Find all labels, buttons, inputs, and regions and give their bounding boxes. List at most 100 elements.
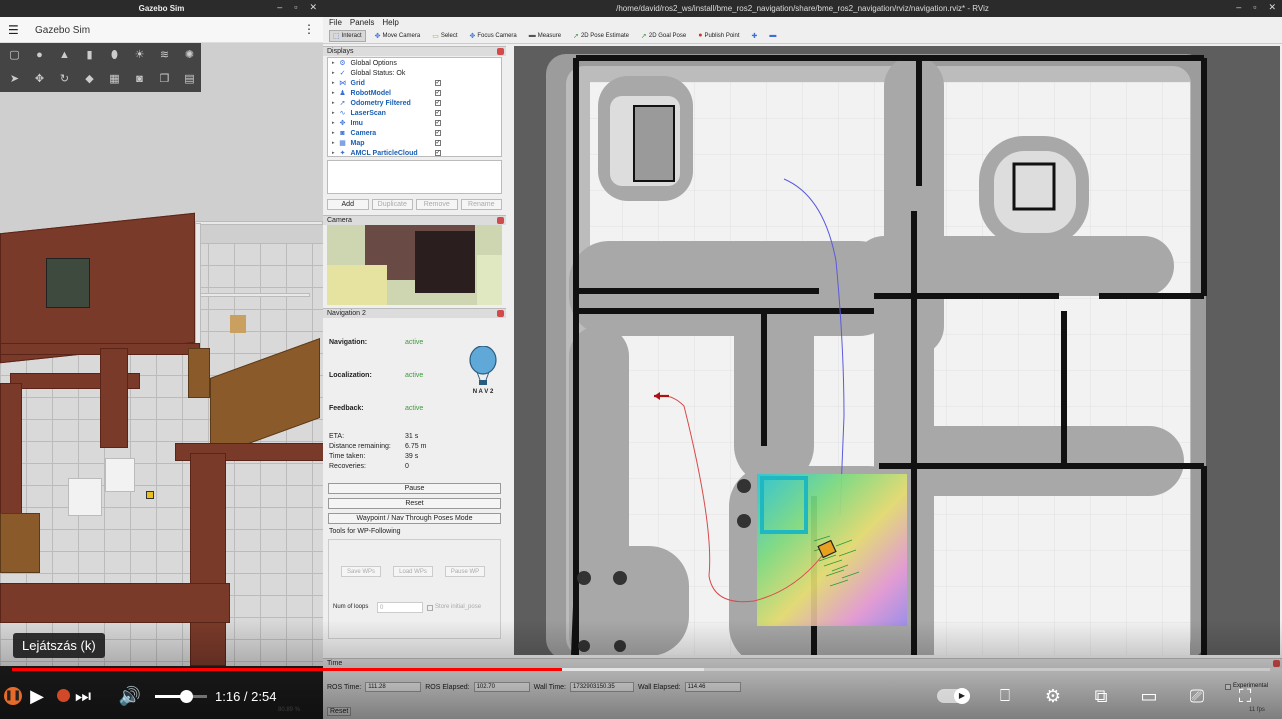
rename-display-button[interactable]: Rename xyxy=(460,199,502,210)
display-row[interactable]: ▸ ∿ LaserScan ✓ xyxy=(328,108,501,118)
progress-bar[interactable] xyxy=(12,668,1270,671)
spot-light-icon[interactable]: ✺ xyxy=(177,43,202,67)
expand-arrow-icon[interactable]: ▸ xyxy=(332,100,335,106)
expand-arrow-icon[interactable]: ▸ xyxy=(332,120,335,126)
maximize-icon[interactable]: ▫ xyxy=(294,2,297,13)
duplicate-display-button[interactable]: Duplicate xyxy=(371,199,413,210)
measure-icon: ▬ xyxy=(528,32,536,39)
subtitles-icon[interactable]: ⎕ xyxy=(990,684,1020,708)
display-enabled-checkbox[interactable]: ✓ xyxy=(434,130,441,136)
cast-icon[interactable]: ⎚ xyxy=(1182,684,1212,708)
pause-button[interactable]: Pause xyxy=(328,483,501,494)
close-panel-icon[interactable] xyxy=(1273,660,1280,667)
display-row[interactable]: ▸ ◙ Camera ✓ xyxy=(328,128,501,138)
tool-2d-pose-estimate[interactable]: ➚ 2D Pose Estimate xyxy=(570,31,632,41)
settings-gear-icon[interactable]: ⚙ xyxy=(1040,684,1066,708)
play-button[interactable]: ▶ xyxy=(24,684,50,708)
displays-tree[interactable]: ▸ ⚙ Global Options ▸ ✓ Global Status: Ok ▸ ⋈ Gri… xyxy=(327,57,502,157)
close-icon[interactable]: ✕ xyxy=(1268,2,1276,13)
next-button[interactable]: ⏭ xyxy=(72,684,94,708)
box-icon[interactable]: ▢ xyxy=(2,43,27,67)
display-row[interactable]: ▸ ▦ Map ✓ xyxy=(328,138,501,148)
tool-publish-point[interactable]: ● Publish Point xyxy=(695,31,742,40)
fullscreen-icon[interactable]: ⛶ xyxy=(1232,684,1258,708)
autoplay-toggle[interactable]: ▶ xyxy=(937,688,970,704)
display-row[interactable]: ▸ ✓ Global Status: Ok xyxy=(328,68,501,78)
expand-arrow-icon[interactable]: ▸ xyxy=(332,130,335,136)
waypoint-mode-button[interactable]: Waypoint / Nav Through Poses Mode xyxy=(328,513,501,524)
close-panel-icon[interactable] xyxy=(497,217,504,224)
theater-mode-icon[interactable]: ▭ xyxy=(1134,684,1164,708)
display-row[interactable]: ▸ ♟ RobotModel ✓ xyxy=(328,88,501,98)
save-wps-button[interactable]: Save WPs xyxy=(341,566,381,577)
tool-measure[interactable]: ▬ Measure xyxy=(526,31,564,40)
cone-icon[interactable]: ▲ xyxy=(52,43,77,67)
translate-icon[interactable]: ✥ xyxy=(27,67,52,91)
expand-arrow-icon[interactable]: ▸ xyxy=(332,110,335,116)
expand-arrow-icon[interactable]: ▸ xyxy=(332,150,335,156)
reset-button[interactable]: Reset xyxy=(328,498,501,509)
tool-select[interactable]: ▭ Select xyxy=(429,31,460,41)
grid-icon[interactable]: ▦ xyxy=(102,67,127,91)
select-icon[interactable]: ➤ xyxy=(2,67,27,91)
volume-icon[interactable]: 🔊 xyxy=(117,684,143,708)
volume-knob[interactable] xyxy=(180,690,194,703)
pause-wp-button[interactable]: Pause WP xyxy=(445,566,485,577)
tool-2d-goal-pose[interactable]: ➚ 2D Goal Pose xyxy=(638,31,689,41)
display-row[interactable]: ▸ ⋈ Grid ✓ xyxy=(328,78,501,88)
expand-arrow-icon[interactable]: ▸ xyxy=(332,60,335,66)
snap-icon[interactable]: ◆ xyxy=(77,67,102,91)
cylinder-icon[interactable]: ▮ xyxy=(77,43,102,67)
expand-arrow-icon[interactable]: ▸ xyxy=(332,140,335,146)
display-enabled-checkbox[interactable]: ✓ xyxy=(434,150,441,156)
gazebo-app-name: Gazebo Sim xyxy=(35,25,91,36)
display-enabled-checkbox[interactable]: ✓ xyxy=(434,120,441,126)
display-enabled-checkbox[interactable]: ✓ xyxy=(434,140,441,146)
expand-arrow-icon[interactable]: ▸ xyxy=(332,90,335,96)
tool-interact[interactable]: ⬚ Interact xyxy=(329,29,366,42)
rotate-icon[interactable]: ↻ xyxy=(52,67,77,91)
lines-icon[interactable]: ≋ xyxy=(152,43,177,67)
display-row[interactable]: ▸ ➚ Odometry Filtered ✓ xyxy=(328,98,501,108)
kebab-menu-icon[interactable]: ⋮ xyxy=(303,22,315,36)
menu-panels[interactable]: Panels xyxy=(350,18,374,27)
display-enabled-checkbox[interactable]: ✓ xyxy=(434,90,441,96)
minimize-icon[interactable]: – xyxy=(277,2,282,13)
add-display-button[interactable]: Add xyxy=(327,199,369,210)
copy-icon[interactable]: ❐ xyxy=(152,67,177,91)
remove-display-button[interactable]: Remove xyxy=(416,199,458,210)
eta-value: 31 s xyxy=(405,433,419,440)
miniplayer-icon[interactable]: ⧉ xyxy=(1086,684,1116,708)
expand-arrow-icon[interactable]: ▸ xyxy=(332,80,335,86)
close-panel-icon[interactable] xyxy=(497,310,504,317)
load-wps-button[interactable]: Load WPs xyxy=(393,566,433,577)
expand-arrow-icon[interactable]: ▸ xyxy=(332,70,335,76)
close-icon[interactable]: ✕ xyxy=(309,2,317,13)
add-tool-button[interactable]: ✚ xyxy=(749,31,761,41)
maximize-icon[interactable]: ▫ xyxy=(1253,2,1256,13)
menu-help[interactable]: Help xyxy=(382,18,398,27)
display-row[interactable]: ▸ ✥ Imu ✓ xyxy=(328,118,501,128)
paste-icon[interactable]: ▤ xyxy=(177,67,202,91)
rviz-3d-map-view[interactable] xyxy=(514,46,1280,655)
display-row[interactable]: ▸ ✦ AMCL ParticleCloud ✓ xyxy=(328,148,501,158)
camera-icon[interactable]: ◙ xyxy=(127,67,152,91)
sun-icon[interactable]: ☀ xyxy=(127,43,152,67)
display-enabled-checkbox[interactable]: ✓ xyxy=(434,110,441,116)
hamburger-menu-icon[interactable]: ☰ xyxy=(8,23,19,37)
tool-focus-camera[interactable]: ✥ Focus Camera xyxy=(467,31,520,41)
remove-tool-button[interactable]: ▬ xyxy=(766,31,779,40)
gazebo-3d-scene[interactable]: ▢ ● ▲ ▮ ⬮ ☀ ≋ ✺ ➤ ✥ ↻ ◆ ▦ ◙ ❐ ▤ xyxy=(0,43,323,666)
display-enabled-checkbox[interactable]: ✓ xyxy=(434,80,441,86)
minimize-icon[interactable]: – xyxy=(1236,2,1241,13)
sphere-icon[interactable]: ● xyxy=(27,43,52,67)
display-row[interactable]: ▸ ⚙ Global Options xyxy=(328,58,501,68)
store-initial-pose-checkbox[interactable] xyxy=(427,605,433,611)
capsule-icon[interactable]: ⬮ xyxy=(102,43,127,67)
close-panel-icon[interactable] xyxy=(497,48,504,55)
volume-slider[interactable] xyxy=(155,690,207,703)
tool-move-camera[interactable]: ✥ Move Camera xyxy=(372,31,424,41)
display-enabled-checkbox[interactable]: ✓ xyxy=(434,100,441,106)
num-loops-input[interactable]: 0 xyxy=(377,602,423,613)
menu-file[interactable]: File xyxy=(329,18,342,27)
